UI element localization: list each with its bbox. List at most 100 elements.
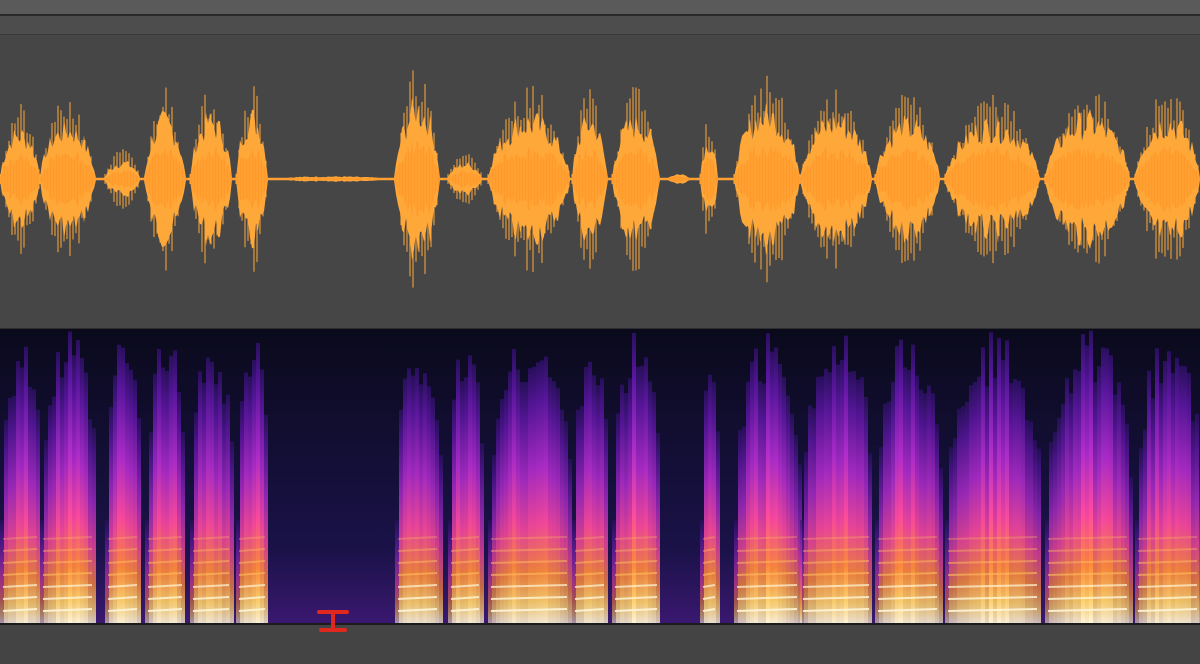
spectrogram-column bbox=[125, 363, 129, 623]
spectrogram-column bbox=[456, 359, 460, 623]
spectrogram-column bbox=[68, 331, 72, 623]
spectrogram-column bbox=[790, 413, 794, 623]
spectrogram-column bbox=[512, 348, 516, 623]
spectrogram-column bbox=[448, 520, 452, 623]
spectrogram-column bbox=[832, 345, 836, 623]
spectrogram-column bbox=[945, 520, 949, 623]
spectrogram-column bbox=[36, 409, 40, 623]
spectrogram-column bbox=[1037, 448, 1041, 623]
spectrogram-column bbox=[399, 409, 403, 623]
spectrogram-column bbox=[210, 361, 214, 623]
spectrogram-column bbox=[774, 347, 778, 623]
spectrogram-view[interactable] bbox=[0, 329, 1200, 623]
spectrogram-column bbox=[431, 397, 435, 623]
spectrogram-column bbox=[997, 337, 1001, 623]
spectrogram-column bbox=[766, 333, 770, 623]
spectrogram-column bbox=[584, 367, 588, 623]
spectrogram-column bbox=[105, 520, 109, 623]
spectrogram-column bbox=[395, 520, 399, 623]
spectrogram-column bbox=[226, 394, 230, 623]
waveform-track[interactable] bbox=[0, 35, 1200, 329]
waveform-display[interactable] bbox=[0, 35, 1200, 328]
spectrogram-column bbox=[864, 396, 868, 623]
spectrogram-column bbox=[564, 421, 568, 623]
spectrogram-column bbox=[157, 348, 161, 623]
spectrogram-column bbox=[194, 412, 198, 623]
spectrogram-column bbox=[452, 399, 456, 623]
spectrogram-column bbox=[1143, 429, 1147, 623]
spectrogram-column bbox=[957, 408, 961, 623]
spectrogram-column bbox=[931, 393, 935, 623]
spectrogram-column bbox=[604, 418, 608, 623]
spectrogram-column bbox=[800, 520, 804, 623]
spectrogram-column bbox=[88, 419, 92, 623]
spectrogram-column bbox=[252, 360, 256, 623]
spectrogram-column bbox=[32, 389, 36, 623]
spectrogram-column bbox=[149, 432, 153, 623]
spectrogram-column bbox=[580, 406, 584, 623]
spectrogram-column bbox=[1113, 394, 1117, 623]
spectrogram-column bbox=[435, 420, 439, 623]
spectrogram-column bbox=[742, 426, 746, 623]
spectrogram-column bbox=[794, 434, 798, 623]
spectrogram-column bbox=[700, 520, 704, 623]
timeline-ruler[interactable] bbox=[0, 16, 1200, 35]
spectrogram-column bbox=[1163, 360, 1167, 623]
spectrogram-column bbox=[887, 401, 891, 623]
spectrogram-column bbox=[109, 406, 113, 623]
spectrogram-column bbox=[612, 520, 616, 623]
spectrogram-column bbox=[1077, 370, 1081, 623]
spectrogram-column bbox=[1017, 381, 1021, 623]
spectrogram-column bbox=[1117, 382, 1121, 623]
spectrogram-column bbox=[1005, 340, 1009, 623]
spectrogram-column bbox=[468, 355, 472, 623]
spectrogram-column bbox=[1151, 398, 1155, 623]
spectrogram-column bbox=[44, 439, 48, 623]
spectrogram-column bbox=[754, 348, 758, 623]
spectrogram-column bbox=[8, 397, 12, 623]
spectrogram-column bbox=[1029, 421, 1033, 623]
spectrogram-column bbox=[1033, 440, 1037, 623]
spectrogram-column bbox=[488, 520, 492, 623]
spectrogram-column bbox=[439, 454, 443, 623]
spectrogram-column bbox=[632, 332, 636, 623]
spectrogram-column bbox=[1101, 347, 1105, 623]
bottom-scroll-area[interactable] bbox=[0, 623, 1200, 664]
spectrogram-column bbox=[20, 367, 24, 623]
spectrogram-column bbox=[264, 414, 268, 623]
spectrogram-column bbox=[949, 447, 953, 623]
spectrogram-column bbox=[419, 384, 423, 623]
spectrogram-column bbox=[137, 418, 141, 623]
spectrogram-column bbox=[540, 360, 544, 623]
spectrogram-column bbox=[76, 340, 80, 623]
spectrogram-column bbox=[1135, 520, 1139, 623]
spectrogram-column bbox=[92, 428, 96, 623]
spectrogram-column bbox=[190, 520, 194, 623]
spectrogram-column bbox=[472, 364, 476, 623]
spectrogram-column bbox=[1125, 423, 1129, 623]
spectrogram-column bbox=[750, 361, 754, 623]
spectrogram-column bbox=[734, 520, 738, 623]
spectrogram-column bbox=[1089, 330, 1093, 623]
spectrogram-column bbox=[939, 468, 943, 623]
spectrogram-column bbox=[117, 344, 121, 623]
spectrogram-column bbox=[206, 357, 210, 623]
spectrogram-column bbox=[552, 381, 556, 623]
spectrogram-column bbox=[981, 347, 985, 623]
spectrogram-column bbox=[177, 391, 181, 623]
spectrogram-column bbox=[173, 350, 177, 623]
spectrogram-column bbox=[1025, 419, 1029, 623]
spectrogram-column bbox=[935, 424, 939, 623]
spectrogram-column bbox=[895, 345, 899, 623]
spectrogram-column bbox=[883, 403, 887, 623]
spectrogram-column bbox=[161, 367, 165, 623]
spectrogram-column bbox=[544, 356, 548, 623]
spectrogram-column bbox=[636, 366, 640, 623]
spectrogram-column bbox=[415, 367, 419, 623]
spectrogram-column bbox=[4, 419, 8, 623]
spectrogram-column bbox=[1057, 417, 1061, 623]
spectrogram-column bbox=[1147, 370, 1151, 623]
spectrogram-column bbox=[145, 520, 149, 623]
spectrogram-column bbox=[1121, 404, 1125, 623]
spectrogram-display[interactable] bbox=[0, 329, 1200, 623]
